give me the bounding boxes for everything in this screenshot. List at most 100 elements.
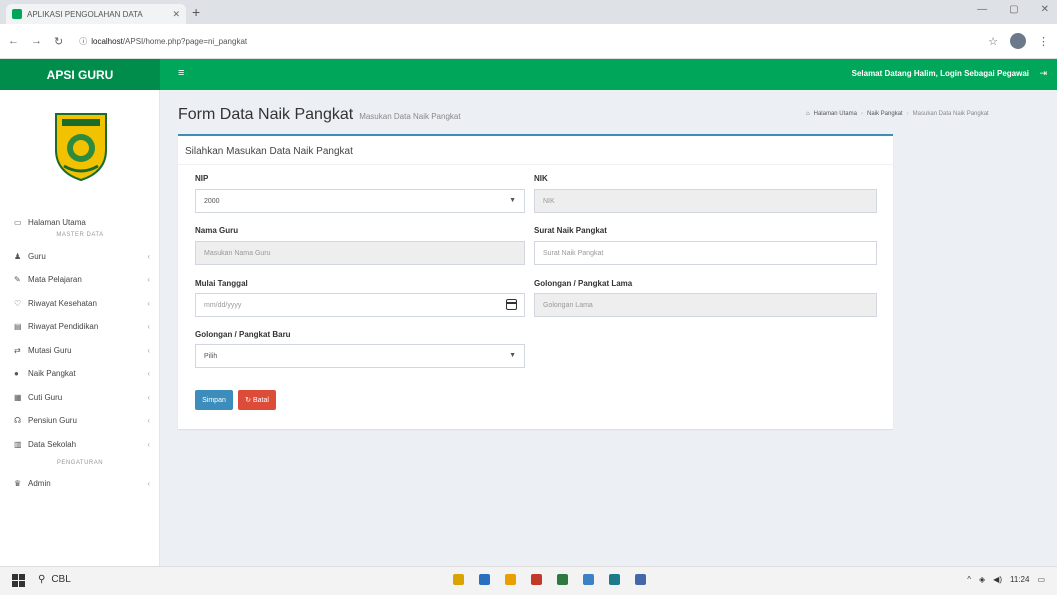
- sidebar-item-admin[interactable]: ♛ Admin ‹: [0, 474, 160, 494]
- refresh-icon: ↻: [245, 397, 251, 404]
- menu-toggle-icon[interactable]: ≡: [178, 67, 184, 79]
- sidebar-item-label: Mata Pelajaran: [28, 275, 82, 284]
- url-field[interactable]: ⓘ localhost /APSI/home.php?page=ni_pangk…: [75, 29, 976, 53]
- sidebar-item-label: Guru: [28, 251, 46, 261]
- brand-logo[interactable]: APSI GURU: [0, 59, 160, 90]
- breadcrumb-home[interactable]: Halaman Utama: [814, 111, 857, 117]
- cancel-button-label: Batal: [252, 396, 269, 404]
- taskbar-app-icon[interactable]: [557, 574, 568, 585]
- volume-icon[interactable]: ◀): [993, 575, 1002, 584]
- address-bar: ← → ↻ ⓘ localhost /APSI/home.php?page=ni…: [0, 24, 1057, 59]
- clock-text[interactable]: 11:24: [1010, 575, 1029, 584]
- calendar-icon[interactable]: [506, 299, 517, 310]
- chevron-down-icon: ▼: [509, 197, 516, 204]
- welcome-text: Selamat Datang Halim, Login Sebagai Pega…: [851, 69, 1029, 78]
- notification-icon[interactable]: ▭: [1037, 575, 1045, 584]
- taskbar-app-icon[interactable]: [479, 574, 490, 585]
- taskbar-search[interactable]: ⚲ CBL: [38, 574, 71, 585]
- nip-select[interactable]: 2000 ▼: [195, 189, 525, 213]
- surat-input[interactable]: Surat Naik Pangkat: [534, 241, 877, 265]
- sidebar-item-cuti-guru[interactable]: ▦ Cuti Guru ‹: [0, 387, 160, 407]
- taskbar-app-icon[interactable]: [609, 574, 620, 585]
- sidebar-item-riwayat-kesehatan[interactable]: ♡ Riwayat Kesehatan ‹: [0, 293, 160, 313]
- sidebar-item-label: Halaman Utama: [28, 217, 86, 227]
- sidebar-item-icon: ▤: [14, 322, 22, 331]
- close-window-button[interactable]: ✕: [1041, 4, 1049, 15]
- browser-tab-bar: APLIKASI PENGOLAHAN DATA ✕ + — ▢ ✕: [0, 0, 1057, 24]
- form-box: Silahkan Masukan Data Naik Pangkat NIP 2…: [178, 134, 893, 429]
- sidebar-item-naik-pangkat[interactable]: ● Naik Pangkat ‹: [0, 364, 160, 384]
- profile-avatar[interactable]: [1010, 33, 1026, 49]
- sidebar-item-label: Naik Pangkat: [28, 369, 76, 378]
- sidebar-item-icon: ✎: [14, 275, 21, 284]
- sidebar-item-icon: ●: [14, 369, 19, 378]
- breadcrumb-naik-pangkat[interactable]: Naik Pangkat: [867, 111, 903, 117]
- nama-guru-label: Nama Guru: [195, 226, 239, 235]
- signout-icon[interactable]: ⇥: [1039, 68, 1047, 79]
- taskbar-apps: [453, 574, 646, 585]
- windows-start-icon[interactable]: [12, 574, 25, 587]
- taskbar-app-icon[interactable]: [531, 574, 542, 585]
- os-taskbar: ⚲ CBL ^ ◈ ◀) 11:24 ▭: [0, 566, 1057, 595]
- breadcrumb-home-icon: ⌂: [806, 111, 810, 117]
- sidebar-item-label: Data Sekolah: [28, 439, 77, 449]
- app-header: APSI GURU ≡ Selamat Datang Halim, Login …: [0, 59, 1057, 90]
- favicon-icon: [12, 9, 22, 19]
- sidebar-item-label: Cuti Guru: [28, 392, 63, 402]
- page-title-text: Form Data Naik Pangkat: [178, 106, 354, 123]
- bookmark-star-icon[interactable]: ☆: [988, 35, 998, 48]
- sidebar-item-mutasi-guru[interactable]: ⇄ Mutasi Guru ‹: [0, 340, 160, 360]
- tray-chevron-icon[interactable]: ^: [967, 575, 971, 584]
- taskbar-app-icon[interactable]: [505, 574, 516, 585]
- forward-icon[interactable]: →: [31, 35, 42, 47]
- browser-tab[interactable]: APLIKASI PENGOLAHAN DATA ✕: [6, 4, 186, 24]
- golongan-baru-value: Pilih: [204, 352, 218, 360]
- nik-field-value: NIK: [543, 197, 555, 205]
- taskbar-search-text: CBL: [51, 574, 71, 585]
- chevron-left-icon: ‹: [147, 369, 150, 378]
- nip-select-value: 2000: [204, 197, 220, 205]
- sidebar-item-label: Admin: [28, 479, 51, 488]
- mulai-tanggal-input[interactable]: mm/dd/yyyy: [195, 293, 525, 317]
- taskbar-app-icon[interactable]: [583, 574, 594, 585]
- new-tab-button[interactable]: +: [192, 4, 200, 20]
- sidebar-item-guru[interactable]: ♟ Guru ‹: [0, 246, 160, 266]
- sidebar-section-header: MASTER DATA: [56, 232, 104, 238]
- sidebar-section-header: PENGATURAN: [56, 459, 104, 466]
- tab-close-icon[interactable]: ✕: [172, 9, 180, 20]
- golongan-baru-select[interactable]: Pilih ▼: [195, 344, 525, 368]
- nik-field[interactable]: NIK: [534, 189, 877, 213]
- sidebar-item-label: Riwayat Pendidikan: [28, 322, 99, 331]
- golongan-lama-field[interactable]: Golongan Lama: [534, 293, 877, 317]
- browser-menu-icon[interactable]: ⋮: [1038, 35, 1049, 48]
- sidebar-item-icon: ▥: [14, 439, 22, 449]
- taskbar-app-icon[interactable]: [453, 574, 464, 585]
- maximize-button[interactable]: ▢: [1009, 4, 1018, 15]
- form-box-title: Silahkan Masukan Data Naik Pangkat: [185, 146, 353, 157]
- mulai-tanggal-label: Mulai Tanggal: [195, 279, 248, 288]
- tab-title: APLIKASI PENGOLAHAN DATA: [27, 9, 143, 19]
- save-button[interactable]: Simpan: [195, 390, 233, 410]
- sidebar-item-riwayat-pendidikan[interactable]: ▤ Riwayat Pendidikan ‹: [0, 317, 160, 337]
- golongan-baru-label: Golongan / Pangkat Baru: [195, 330, 291, 339]
- nip-label: NIP: [195, 174, 209, 183]
- window-controls: — ▢ ✕: [977, 4, 1049, 15]
- back-icon[interactable]: ←: [8, 35, 19, 47]
- network-icon[interactable]: ◈: [979, 575, 985, 584]
- sidebar-item-halaman-utama[interactable]: ▭ Halaman Utama: [0, 212, 160, 232]
- nama-guru-field[interactable]: Masukan Nama Guru: [195, 241, 525, 265]
- chevron-left-icon: ‹: [147, 392, 150, 402]
- minimize-button[interactable]: —: [977, 4, 987, 15]
- reload-icon[interactable]: ↻: [54, 35, 63, 48]
- surat-placeholder: Surat Naik Pangkat: [543, 249, 604, 257]
- cancel-button[interactable]: ↻ Batal: [238, 390, 276, 410]
- sidebar-item-mata-pelajaran[interactable]: ✎ Mata Pelajaran ‹: [0, 270, 160, 290]
- sidebar-item-icon: ⇄: [14, 345, 21, 355]
- sidebar-item-data-sekolah[interactable]: ▥ Data Sekolah ‹: [0, 434, 160, 454]
- chevron-left-icon: ‹: [147, 298, 150, 308]
- chevron-left-icon: ‹: [147, 416, 150, 425]
- nama-guru-placeholder: Masukan Nama Guru: [204, 249, 271, 257]
- sidebar-item-pensiun-guru[interactable]: ☊ Pensiun Guru ‹: [0, 411, 160, 431]
- chevron-left-icon: ‹: [147, 345, 150, 355]
- taskbar-app-icon[interactable]: [635, 574, 646, 585]
